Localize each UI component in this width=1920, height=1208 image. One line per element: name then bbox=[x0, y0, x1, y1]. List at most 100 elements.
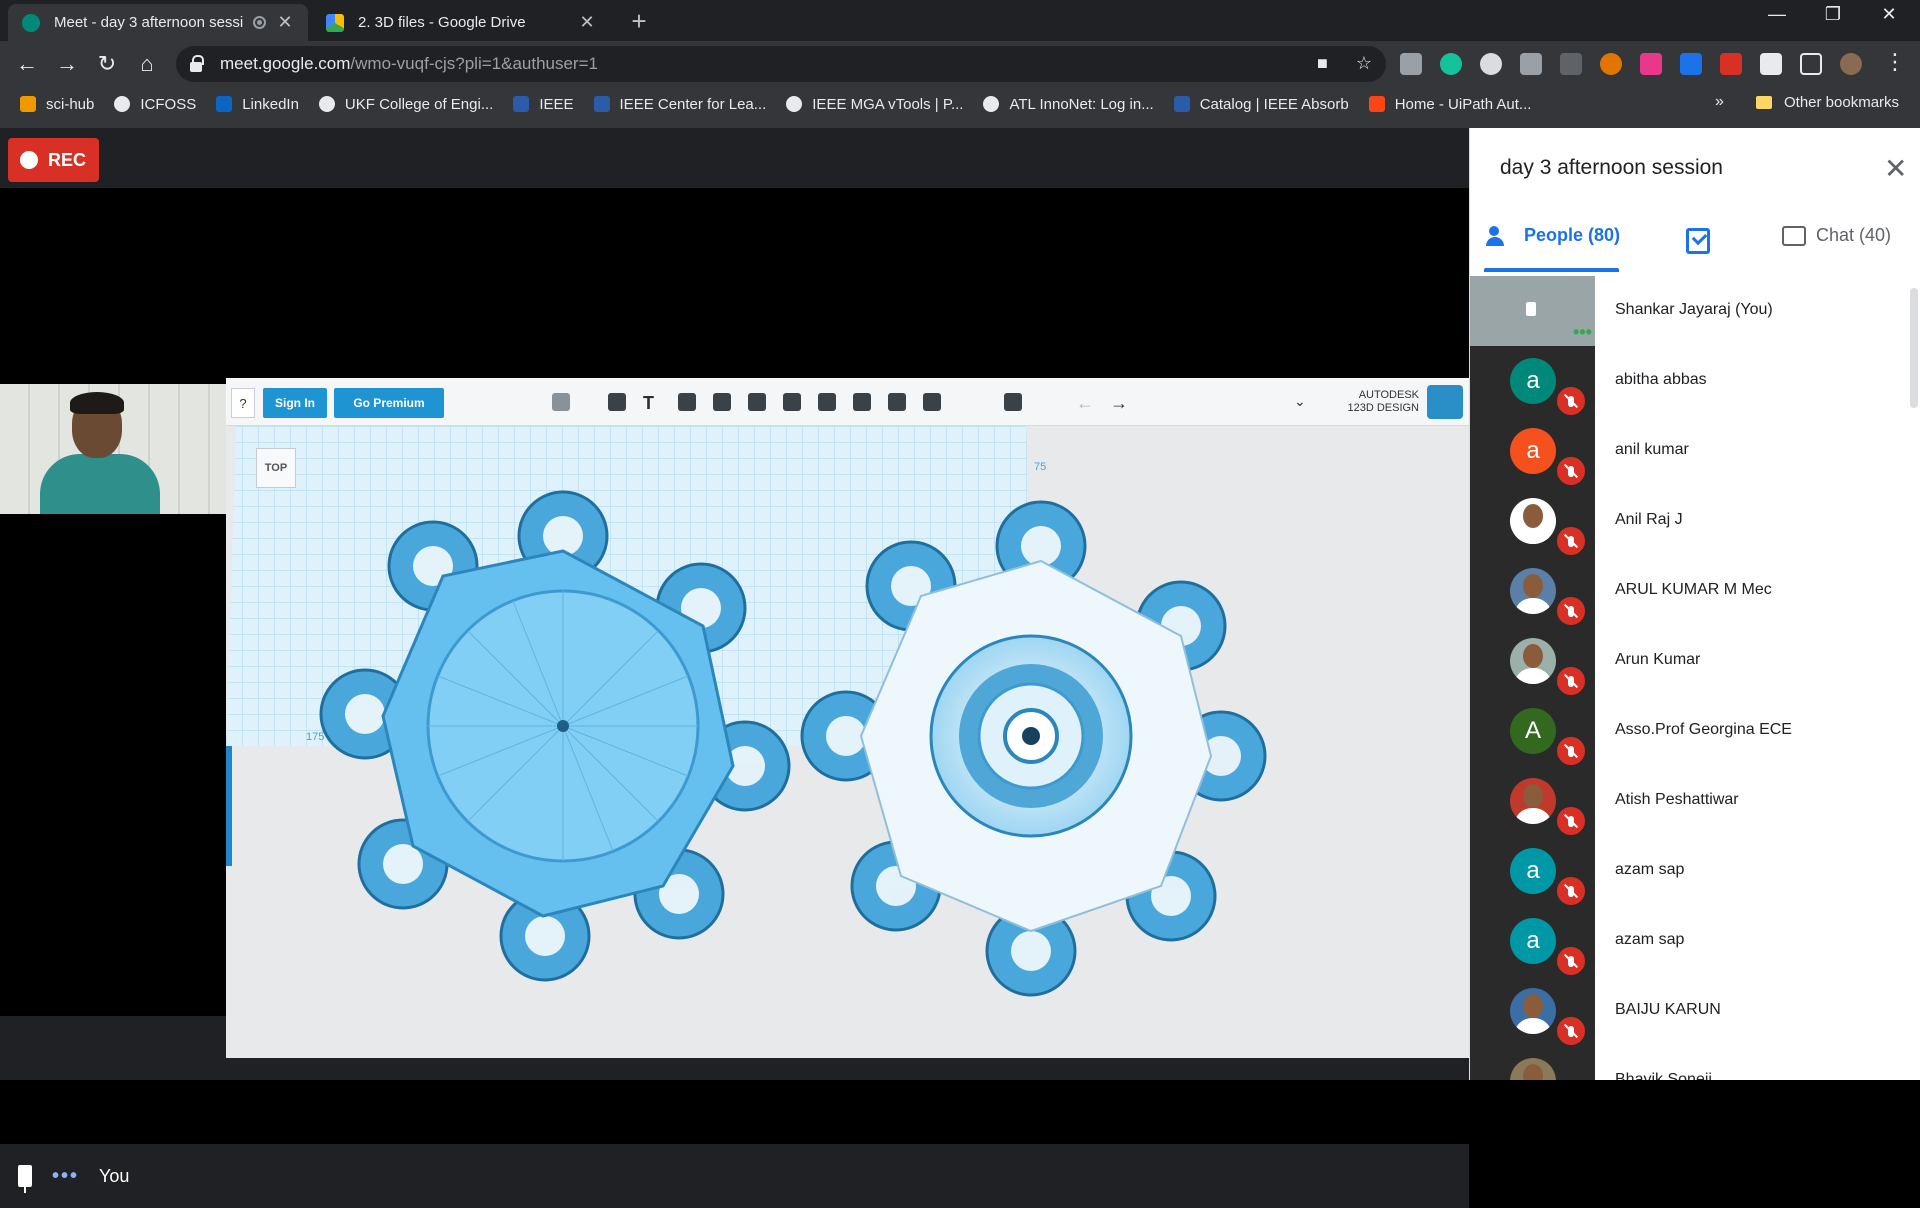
reload-icon[interactable]: ↻ bbox=[92, 51, 122, 77]
mic-muted-icon[interactable] bbox=[1554, 454, 1588, 488]
modify-tool-icon[interactable] bbox=[713, 393, 731, 411]
construct-tool-icon[interactable] bbox=[678, 393, 696, 411]
more-options-icon[interactable]: ••• bbox=[1573, 322, 1592, 343]
tab-drive[interactable]: 2. 3D files - Google Drive ✕ bbox=[312, 4, 610, 41]
tab-label: People (80) bbox=[1524, 225, 1621, 245]
close-tab-icon[interactable]: ✕ bbox=[578, 12, 596, 33]
forward-icon[interactable]: → bbox=[52, 51, 82, 77]
snap-tool-icon[interactable] bbox=[888, 393, 906, 411]
bookmark-item[interactable]: sci-hub bbox=[20, 96, 94, 113]
app-toolbar: ? Sign In Go Premium T ← → ⌄ AUTODESK 123… bbox=[226, 378, 1469, 426]
participant-row[interactable]: ARUL KUMAR M Mec bbox=[1470, 556, 1920, 628]
mic-muted-icon[interactable] bbox=[1554, 944, 1588, 978]
participant-row[interactable]: a azam sap bbox=[1470, 906, 1920, 978]
participant-row[interactable]: a azam sap bbox=[1470, 836, 1920, 908]
mic-muted-icon[interactable] bbox=[1554, 524, 1588, 558]
bookmark-item[interactable]: IEEE Center for Lea... bbox=[593, 96, 766, 113]
scrollbar[interactable] bbox=[1910, 288, 1918, 408]
close-window-button[interactable]: ✕ bbox=[1864, 4, 1914, 25]
pin-icon[interactable] bbox=[1526, 302, 1536, 316]
cast-icon[interactable] bbox=[1800, 53, 1822, 75]
ui-extension-icon[interactable] bbox=[1680, 53, 1702, 75]
go-premium-button[interactable]: Go Premium bbox=[334, 388, 444, 418]
tasks-icon[interactable] bbox=[1686, 228, 1710, 254]
camera-icon[interactable]: ■ bbox=[1317, 53, 1328, 74]
side-panel-handle[interactable] bbox=[226, 746, 232, 866]
minimize-button[interactable]: — bbox=[1752, 4, 1802, 25]
other-bookmarks[interactable]: Other bookmarks bbox=[1756, 94, 1899, 111]
grouping-tool-icon[interactable] bbox=[783, 393, 801, 411]
redo-icon[interactable]: → bbox=[1110, 393, 1128, 413]
drive-extension-icon[interactable] bbox=[1520, 53, 1542, 75]
mic-muted-icon[interactable] bbox=[1554, 804, 1588, 838]
mic-muted-icon[interactable] bbox=[1554, 664, 1588, 698]
dropdown-chevron-icon[interactable]: ⌄ bbox=[1294, 393, 1312, 411]
participant-row[interactable]: ••• Shankar Jayaraj (You) bbox=[1470, 276, 1920, 346]
pattern-tool-icon[interactable] bbox=[748, 393, 766, 411]
tab-meet[interactable]: Meet - day 3 afternoon sessi ✕ bbox=[8, 4, 308, 41]
pin-icon[interactable] bbox=[18, 1165, 32, 1193]
participant-row[interactable]: Atish Peshattiwar bbox=[1470, 766, 1920, 838]
bookmark-item[interactable]: IEEE bbox=[513, 96, 574, 113]
mic-muted-icon[interactable] bbox=[1554, 1014, 1588, 1048]
combine-tool-icon[interactable] bbox=[818, 393, 836, 411]
participant-row[interactable]: A Asso.Prof Georgina ECE bbox=[1470, 696, 1920, 768]
participant-row[interactable]: Bhavik Soneji bbox=[1470, 1046, 1920, 1080]
people-panel: day 3 afternoon session ✕ People (80) Ch… bbox=[1469, 128, 1920, 1080]
tab-chat[interactable]: Chat (40) bbox=[1782, 225, 1891, 246]
123d-logo-icon[interactable] bbox=[1427, 385, 1463, 419]
participant-name: Asso.Prof Georgina ECE bbox=[1615, 721, 1792, 738]
back-icon[interactable]: ← bbox=[12, 51, 42, 77]
new-tab-button[interactable]: + bbox=[624, 6, 654, 37]
material-tool-icon[interactable] bbox=[923, 393, 941, 411]
participant-row[interactable]: BAIJU KARUN bbox=[1470, 976, 1920, 1048]
mic-muted-icon[interactable] bbox=[1554, 734, 1588, 768]
text-tool-icon[interactable]: T bbox=[643, 393, 661, 413]
bookmark-item[interactable]: ICFOSS bbox=[114, 96, 196, 113]
extension-icon[interactable] bbox=[1400, 53, 1422, 75]
participant-row[interactable]: a anil kumar bbox=[1470, 416, 1920, 488]
close-panel-icon[interactable]: ✕ bbox=[1884, 152, 1907, 185]
puzzle-icon[interactable] bbox=[1760, 53, 1782, 75]
import-tool-icon[interactable] bbox=[1004, 393, 1022, 411]
bookmark-item[interactable]: Home - UiPath Aut... bbox=[1368, 96, 1531, 113]
monkey-extension-icon[interactable] bbox=[1600, 53, 1622, 75]
more-options-icon[interactable]: ••• bbox=[52, 1165, 79, 1188]
3d-viewport[interactable]: 75 175 75 bbox=[226, 426, 1469, 1058]
bookmark-item[interactable]: Catalog | IEEE Absorb bbox=[1173, 96, 1349, 113]
tab-people[interactable]: People (80) bbox=[1486, 225, 1620, 246]
close-tab-icon[interactable]: ✕ bbox=[276, 12, 294, 33]
sign-in-button[interactable]: Sign In bbox=[263, 388, 327, 418]
profile-avatar[interactable] bbox=[1840, 53, 1862, 75]
bookmark-item[interactable]: IEEE MGA vTools | P... bbox=[786, 96, 963, 113]
mic-muted-icon[interactable] bbox=[1554, 594, 1588, 628]
bookmark-star-icon[interactable]: ☆ bbox=[1356, 53, 1372, 74]
participant-row[interactable]: Anil Raj J bbox=[1470, 486, 1920, 558]
kebab-menu-icon[interactable]: ⋮ bbox=[1880, 49, 1910, 75]
bookmarks-overflow-button[interactable]: » bbox=[1715, 93, 1724, 111]
bookmark-item[interactable]: LinkedIn bbox=[216, 96, 299, 113]
chat-icon bbox=[1782, 225, 1806, 246]
restore-button[interactable]: ❐ bbox=[1808, 4, 1858, 25]
participant-row[interactable]: a abitha abbas bbox=[1470, 346, 1920, 418]
bookmark-item[interactable]: ATL InnoNet: Log in... bbox=[983, 96, 1154, 113]
sketch-tool-icon[interactable] bbox=[608, 393, 626, 411]
self-video-tile[interactable] bbox=[0, 384, 226, 514]
bookmark-item[interactable]: UKF College of Engi... bbox=[318, 96, 493, 113]
measure-tool-icon[interactable] bbox=[853, 393, 871, 411]
mic-muted-icon[interactable] bbox=[1554, 874, 1588, 908]
home-icon[interactable]: ⌂ bbox=[132, 51, 162, 77]
help-button[interactable]: ? bbox=[231, 388, 255, 418]
extension-icon[interactable] bbox=[1480, 53, 1502, 75]
address-bar[interactable]: meet.google.com /wmo-vuqf-cjs?pli=1&auth… bbox=[176, 46, 1386, 82]
participant-row[interactable]: Arun Kumar bbox=[1470, 626, 1920, 698]
figma-extension-icon[interactable] bbox=[1640, 53, 1662, 75]
mic-muted-icon[interactable] bbox=[1554, 384, 1588, 418]
right-part bbox=[800, 500, 1267, 997]
undo-icon[interactable]: ← bbox=[1076, 393, 1094, 413]
view-cube[interactable]: TOP bbox=[256, 448, 296, 488]
primitive-tool-icon[interactable] bbox=[552, 393, 570, 411]
check-extension-icon[interactable] bbox=[1720, 53, 1742, 75]
grammarly-icon[interactable] bbox=[1440, 53, 1462, 75]
grid-extension-icon[interactable] bbox=[1560, 53, 1582, 75]
